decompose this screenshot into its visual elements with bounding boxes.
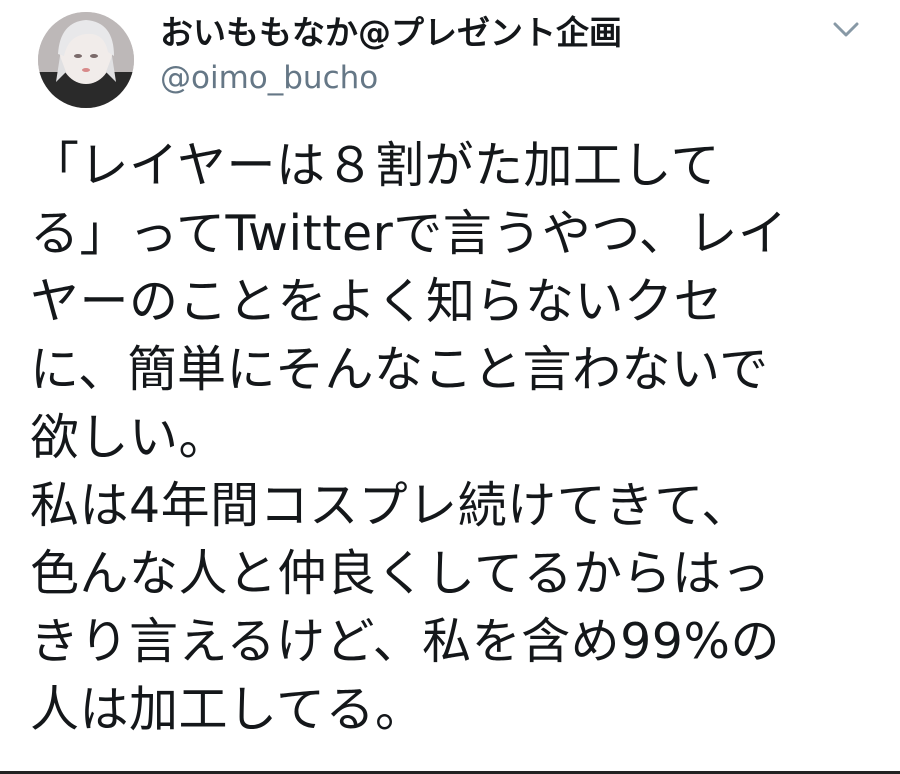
avatar[interactable] [38, 12, 134, 108]
tweet-text-line: 私は4年間コスプレ続けてきて、 [30, 477, 751, 534]
tweet-text-line: 色んな人と仲良くしてるからはっ [30, 545, 772, 602]
tweet-text-line: 欲しい。 [30, 409, 229, 466]
tweet-menu-button[interactable] [826, 14, 866, 46]
tweet-text-line: 「レイヤーは８割がた加工して [30, 137, 721, 194]
tweet-card: おいももなか@プレゼント企画 @oimo_bucho 「レイヤーは８割がた加工し… [0, 0, 900, 774]
avatar-image [38, 12, 134, 108]
tweet-text: 「レイヤーは８割がた加工して る」ってTwitterで言うやつ、レイ ヤーのこと… [30, 132, 880, 744]
tweet-text-line: きり言えるけど、私を含め99%の [30, 613, 780, 670]
chevron-down-icon [833, 22, 859, 37]
user-handle[interactable]: @oimo_bucho [160, 58, 378, 98]
tweet-text-line: る」ってTwitterで言うやつ、レイ [30, 205, 788, 262]
display-name[interactable]: おいももなか@プレゼント企画 [160, 12, 622, 54]
tweet-text-line: ヤーのことをよく知らないクセ [30, 273, 724, 330]
tweet-text-line: に、簡単にそんなこと言わないで [30, 341, 769, 398]
tweet-text-line: 人は加工してる。 [30, 681, 425, 738]
